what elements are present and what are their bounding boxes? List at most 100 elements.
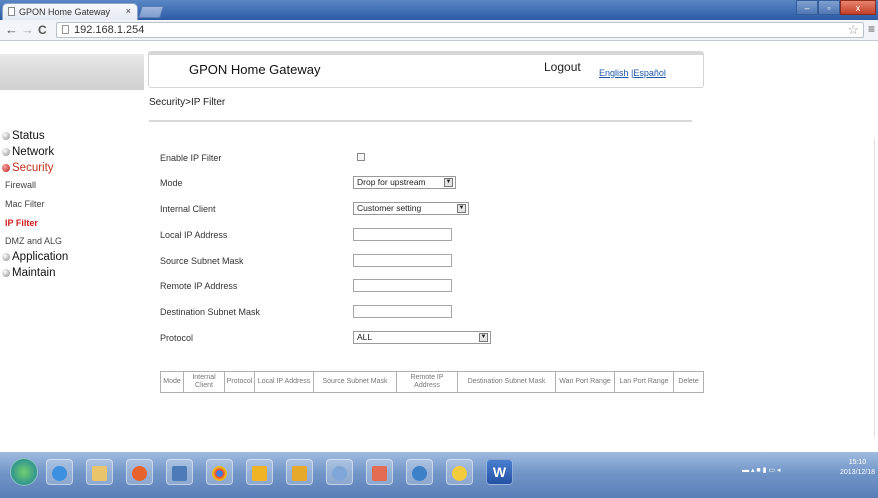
sidebar: Status Network Security Firewall Mac Fil… bbox=[0, 128, 144, 281]
back-icon[interactable]: ← bbox=[5, 22, 18, 38]
table-header-cell: Wan Port Range bbox=[555, 371, 615, 393]
ie-icon[interactable] bbox=[46, 459, 73, 485]
enable-ip-filter-checkbox[interactable] bbox=[357, 153, 365, 161]
bookmark-star-icon[interactable]: ☆ bbox=[847, 22, 859, 38]
notes-icon[interactable] bbox=[246, 459, 273, 485]
table-header-cell: Lan Port Range bbox=[614, 371, 674, 393]
folder-icon[interactable] bbox=[86, 459, 113, 485]
language-switcher: English |Español bbox=[599, 68, 666, 78]
clock-time: 15:10 bbox=[848, 459, 867, 466]
forward-icon[interactable]: → bbox=[21, 22, 34, 38]
breadcrumb: Security>IP Filter bbox=[149, 97, 226, 108]
table-header-cell: Delete bbox=[673, 371, 704, 393]
mode-label: Mode bbox=[160, 178, 183, 188]
sidebar-subitem-mac-filter[interactable]: Mac Filter bbox=[0, 195, 144, 214]
table-header-cell: Destination Subnet Mask bbox=[457, 371, 556, 393]
sidebar-item-security[interactable]: Security bbox=[0, 160, 144, 176]
sidebar-subitem-firewall[interactable]: Firewall bbox=[0, 176, 144, 195]
outlook-icon[interactable] bbox=[286, 459, 313, 485]
address-url[interactable]: 192.168.1.254 bbox=[74, 24, 144, 36]
local-ip-input[interactable] bbox=[353, 228, 452, 241]
maximize-button[interactable]: ▫ bbox=[818, 0, 840, 15]
remote-ip-input[interactable] bbox=[353, 279, 452, 292]
bullet-icon bbox=[2, 164, 10, 172]
page-divider bbox=[874, 138, 875, 438]
logout-link[interactable]: Logout bbox=[544, 60, 581, 74]
bullet-icon bbox=[2, 269, 10, 277]
media-icon[interactable] bbox=[446, 459, 473, 485]
lang-spanish-link[interactable]: Español bbox=[633, 68, 666, 78]
source-subnet-mask-label: Source Subnet Mask bbox=[160, 256, 244, 266]
sidebar-item-label: Network bbox=[12, 146, 55, 158]
close-window-button[interactable]: x bbox=[840, 0, 876, 15]
table-header-cell: Mode bbox=[160, 371, 184, 393]
internal-client-label: Internal Client bbox=[160, 204, 216, 214]
system-tray: ▬ ▴ ■ ▮ ▭ ◂ bbox=[742, 466, 780, 474]
start-orb-icon[interactable] bbox=[10, 458, 38, 486]
internal-client-select-value: Customer setting bbox=[357, 203, 422, 213]
firefox-icon[interactable] bbox=[126, 459, 153, 485]
browser-menu-icon[interactable]: ≡ bbox=[868, 22, 875, 36]
sidebar-item-label: Maintain bbox=[12, 267, 56, 279]
network-app-icon[interactable] bbox=[326, 459, 353, 485]
ip-filter-table: Mode Internal Client Protocol Local IP A… bbox=[160, 371, 704, 393]
browser-tab[interactable]: GPON Home Gateway × bbox=[2, 3, 138, 20]
minimize-button[interactable]: – bbox=[796, 0, 818, 15]
bullet-icon bbox=[2, 132, 10, 140]
destination-subnet-mask-label: Destination Subnet Mask bbox=[160, 307, 261, 317]
table-header-cell: Source Subnet Mask bbox=[313, 371, 397, 393]
table-header-cell: Internal Client bbox=[183, 371, 225, 393]
sidebar-item-label: Application bbox=[12, 251, 69, 263]
protocol-select[interactable]: ALL ▼ bbox=[353, 331, 491, 344]
mode-select[interactable]: Drop for upstream ▼ bbox=[353, 176, 456, 189]
sidebar-item-maintain[interactable]: Maintain bbox=[0, 265, 144, 281]
sidebar-item-label: Status bbox=[12, 130, 45, 142]
destination-subnet-mask-input[interactable] bbox=[353, 305, 452, 318]
dropdown-arrow-icon[interactable]: ▼ bbox=[457, 204, 466, 213]
browser-tabstrip: GPON Home Gateway × – ▫ x bbox=[0, 0, 878, 20]
table-header-cell: Local IP Address bbox=[254, 371, 314, 393]
tray-icons[interactable]: ▬ ▴ ■ ▮ ▭ ◂ bbox=[742, 467, 780, 474]
sidebar-item-status[interactable]: Status bbox=[0, 128, 144, 144]
sidebar-header-bar bbox=[0, 54, 144, 90]
reload-icon[interactable]: C bbox=[38, 22, 47, 38]
paint-icon[interactable] bbox=[366, 459, 393, 485]
window-controls: – ▫ x bbox=[796, 0, 876, 16]
dropdown-arrow-icon[interactable]: ▼ bbox=[444, 178, 453, 187]
address-bar[interactable]: 192.168.1.254 ☆ bbox=[56, 22, 864, 38]
table-header-cell: Protocol bbox=[224, 371, 255, 393]
bullet-icon bbox=[2, 253, 10, 261]
chrome-icon[interactable] bbox=[206, 459, 233, 485]
taskbar-clock[interactable]: 15:10 2013/12/18 bbox=[840, 458, 875, 478]
table-header-row: Mode Internal Client Protocol Local IP A… bbox=[160, 371, 704, 393]
tab-title: GPON Home Gateway bbox=[19, 7, 111, 17]
breadcrumb-divider bbox=[149, 120, 692, 122]
mode-select-value: Drop for upstream bbox=[357, 177, 426, 187]
table-header-cell: Remote IP Address bbox=[396, 371, 458, 393]
remote-ip-label: Remote IP Address bbox=[160, 281, 238, 291]
sidebar-item-label: Security bbox=[12, 162, 54, 174]
brand-title: GPON Home Gateway bbox=[189, 62, 321, 77]
new-tab-button[interactable] bbox=[138, 6, 164, 18]
protocol-select-value: ALL bbox=[357, 332, 373, 342]
sidebar-item-network[interactable]: Network bbox=[0, 144, 144, 160]
tab-close-icon[interactable]: × bbox=[126, 6, 131, 16]
source-subnet-mask-input[interactable] bbox=[353, 254, 452, 267]
sidebar-subitem-dmz-alg[interactable]: DMZ and ALG bbox=[0, 233, 144, 249]
bullet-icon bbox=[2, 148, 10, 156]
protocol-label: Protocol bbox=[160, 333, 194, 343]
browser-toolbar: ← → C 192.168.1.254 ☆ ≡ bbox=[0, 20, 878, 41]
windows-taskbar: W ▬ ▴ ■ ▮ ▭ ◂ 15:10 2013/12/18 bbox=[0, 452, 878, 498]
lang-english-link[interactable]: English bbox=[599, 68, 629, 78]
dropdown-arrow-icon[interactable]: ▼ bbox=[479, 333, 488, 342]
chat-icon[interactable] bbox=[406, 459, 433, 485]
internal-client-select[interactable]: Customer setting ▼ bbox=[353, 202, 469, 215]
page-icon bbox=[62, 25, 69, 34]
sidebar-item-application[interactable]: Application bbox=[0, 249, 144, 265]
app-icon[interactable] bbox=[166, 459, 193, 485]
gateway-header: GPON Home Gateway Logout English |Españo… bbox=[148, 51, 704, 88]
enable-ip-filter-label: Enable IP Filter bbox=[160, 153, 222, 163]
clock-date: 2013/12/18 bbox=[840, 469, 876, 476]
sidebar-subitem-ip-filter[interactable]: IP Filter bbox=[0, 214, 144, 233]
word-icon[interactable]: W bbox=[486, 459, 513, 485]
